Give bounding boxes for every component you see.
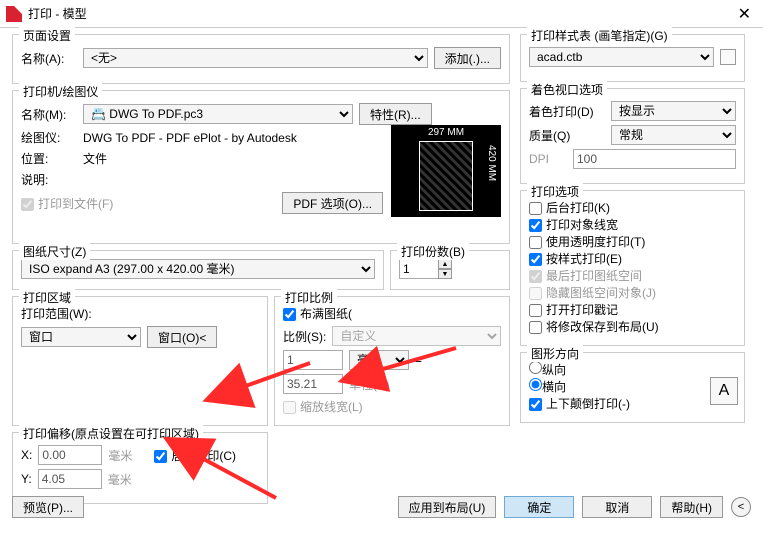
opt-save-layout[interactable]: 将修改保存到布局(U) [529,320,659,334]
offset-x-unit: 毫米 [108,447,132,464]
what-to-plot-select[interactable]: 窗口 [21,327,141,347]
paper-width-label: 297 MM [419,127,473,138]
desc-label: 说明: [21,171,77,188]
orient-legend: 图形方向 [527,345,583,362]
quality-select[interactable]: 常规 [611,125,736,145]
footer: 预览(P)... 应用到布局(U) 确定 取消 帮助(H) < [0,496,763,518]
page-setup-name-label: 名称(A): [21,50,77,67]
printer-properties-button[interactable]: 特性(R)... [359,103,432,125]
what-to-plot-label: 打印范围(W): [21,305,259,322]
style-table-legend: 打印样式表 (画笔指定)(G) [527,27,672,44]
copies-up[interactable]: ▲ [438,259,452,269]
center-plot-checkbox[interactable]: 居中打印(C) [154,447,236,464]
opt-transparency[interactable]: 使用透明度打印(T) [529,235,645,249]
paper-size-legend: 图纸尺寸(Z) [19,243,90,260]
copies-spinner[interactable]: ▲▼ [399,259,501,279]
titlebar: 打印 - 模型 ✕ [0,0,763,28]
group-orientation: 图形方向 纵向 横向 上下颠倒打印(-) A [520,352,745,423]
dpi-input[interactable] [573,149,736,169]
plotter-value: DWG To PDF - PDF ePlot - by Autodesk [83,131,297,145]
scale-ratio-label: 比例(S): [283,328,326,345]
printer-name-select[interactable]: 📇 DWG To PDF.pc3 [83,104,353,124]
offset-x-label: X: [21,448,32,462]
preview-button[interactable]: 预览(P)... [12,496,84,518]
paper-height-label: 420 MM [486,145,497,181]
add-page-setup-button[interactable]: 添加(.)... [434,47,501,69]
window-pick-button[interactable]: 窗口(O)< [147,326,217,348]
group-paper-size: 图纸尺寸(Z) ISO expand A3 (297.00 x 420.00 毫… [12,250,384,290]
quality-label: 质量(Q) [529,127,605,144]
shaded-legend: 着色视口选项 [527,81,607,98]
printer-legend: 打印机/绘图仪 [19,83,102,100]
where-value: 文件 [83,150,107,167]
opt-plot-styles[interactable]: 按样式打印(E) [529,252,622,266]
group-style-table: 打印样式表 (画笔指定)(G) acad.ctb [520,34,745,82]
pdf-options-button[interactable]: PDF 选项(O)... [282,192,383,214]
apply-layout-button[interactable]: 应用到布局(U) [398,496,497,518]
group-plot-area: 打印区域 打印范围(W): 窗口 窗口(O)< [12,296,268,426]
paper-preview: 297 MM 420 MM [391,125,501,217]
where-label: 位置: [21,150,77,167]
orient-upside-down[interactable]: 上下颠倒打印(-) [529,397,630,411]
collapse-button[interactable]: < [731,497,751,517]
plot-area-legend: 打印区域 [19,289,75,306]
plot-to-file-checkbox[interactable]: 打印到文件(F) [21,195,113,212]
opt-plot-stamp[interactable]: 打开打印戳记 [529,303,618,317]
group-scale: 打印比例 布满图纸( 比例(S): 自定义 毫米 = 单位(N) 缩放线宽(L) [274,296,510,426]
edit-style-icon[interactable] [720,49,736,65]
close-button[interactable]: ✕ [732,4,757,24]
scale-den-input[interactable] [283,374,343,394]
opt-background[interactable]: 后台打印(K) [529,201,610,215]
page-setup-name-select[interactable]: <无> [83,48,428,68]
orientation-icon: A [710,377,738,405]
equals-sign: = [415,353,422,367]
fit-to-paper-checkbox[interactable]: 布满图纸( [283,307,352,321]
scale-lineweights-checkbox[interactable]: 缩放线宽(L) [283,400,363,414]
help-button[interactable]: 帮助(H) [660,496,723,518]
copies-legend: 打印份数(B) [397,243,469,260]
scale-unit-select[interactable]: 毫米 [349,350,409,370]
copies-down[interactable]: ▼ [438,269,452,279]
app-icon [6,6,22,22]
shade-plot-label: 着色打印(D) [529,103,605,120]
offset-legend: 打印偏移(原点设置在可打印区域) [19,425,203,442]
scale-num-input[interactable] [283,350,343,370]
offset-x-input[interactable] [38,445,102,465]
copies-input[interactable] [399,259,439,279]
cancel-button[interactable]: 取消 [582,496,652,518]
printer-name-label: 名称(M): [21,106,77,123]
ok-button[interactable]: 确定 [504,496,574,518]
shade-plot-select[interactable]: 按显示 [611,101,736,121]
group-shaded-viewport: 着色视口选项 着色打印(D)按显示 质量(Q)常规 DPI [520,88,745,184]
group-copies: 打印份数(B) ▲▼ [390,250,510,290]
window-title: 打印 - 模型 [28,5,87,22]
paper-size-select[interactable]: ISO expand A3 (297.00 x 420.00 毫米) [21,259,375,279]
opt-hide-paperspace[interactable]: 隐藏图纸空间对象(J) [529,286,656,300]
options-legend: 打印选项 [527,183,583,200]
orient-portrait[interactable]: 纵向 [529,363,566,377]
orient-landscape[interactable]: 横向 [529,380,566,394]
scale-unit-label: 单位(N) [349,376,390,393]
offset-y-unit: 毫米 [108,471,132,488]
group-plot-options: 打印选项 后台打印(K) 打印对象线宽 使用透明度打印(T) 按样式打印(E) … [520,190,745,346]
group-page-setup: 页面设置 名称(A): <无> 添加(.)... [12,34,510,84]
group-offset: 打印偏移(原点设置在可打印区域) X: 毫米 居中打印(C) Y: 毫米 [12,432,268,504]
dpi-label: DPI [529,152,567,166]
scale-legend: 打印比例 [281,289,337,306]
offset-y-input[interactable] [38,469,102,489]
opt-paperspace-last[interactable]: 最后打印图纸空间 [529,269,642,283]
page-setup-legend: 页面设置 [19,27,75,44]
offset-y-label: Y: [21,472,32,486]
style-table-select[interactable]: acad.ctb [529,47,714,67]
group-printer: 打印机/绘图仪 名称(M): 📇 DWG To PDF.pc3 特性(R)...… [12,90,510,244]
plotter-label: 绘图仪: [21,129,77,146]
opt-lineweights[interactable]: 打印对象线宽 [529,218,618,232]
scale-ratio-select[interactable]: 自定义 [332,326,501,346]
